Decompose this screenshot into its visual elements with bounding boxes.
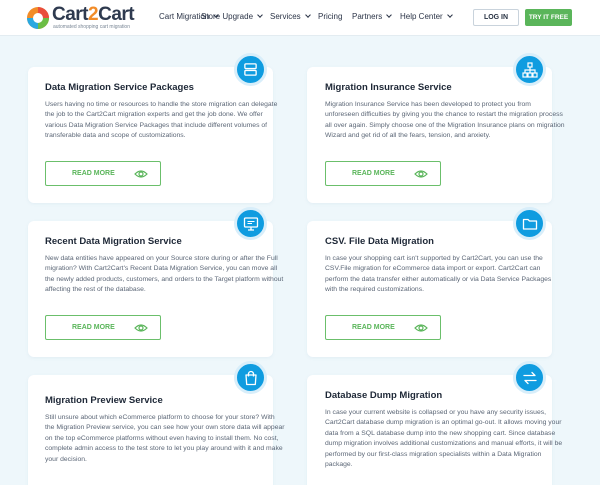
nav-label: Partners <box>352 12 383 21</box>
swap-arrows-icon <box>513 361 546 394</box>
logo-text-part3: Cart <box>98 4 135 25</box>
service-card: Recent Data Migration Service New data e… <box>28 207 283 357</box>
chevron-down-icon <box>304 12 311 18</box>
chevron-down-icon <box>446 12 453 18</box>
service-card: Migration Insurance Service Migration In… <box>307 53 565 203</box>
card-title: Migration Insurance Service <box>325 82 452 93</box>
read-more-label: READ MORE <box>72 170 115 177</box>
logo-mark-icon <box>27 7 49 29</box>
read-more-label: READ MORE <box>72 324 115 331</box>
card-title: Database Dump Migration <box>325 390 443 401</box>
logo-text: Cart2Cart <box>52 4 135 26</box>
card-title: Migration Preview Service <box>45 395 163 406</box>
logo-tagline: automated shopping cart migration <box>53 24 130 30</box>
nav-item-pricing[interactable]: Pricing <box>318 12 342 21</box>
nav-label: Pricing <box>318 12 343 21</box>
card-title: CSV. File Data Migration <box>325 236 434 247</box>
read-more-button[interactable]: READ MORE <box>45 315 161 340</box>
monitor-icon <box>234 207 267 240</box>
logo[interactable]: Cart2Cart automated shopping cart migrat… <box>26 4 136 32</box>
logo-text-part2: 2 <box>88 4 99 25</box>
nav-label: Store Upgrade <box>201 12 254 21</box>
chevron-down-icon <box>257 12 263 18</box>
service-card: Data Migration Service Packages Users ha… <box>28 53 277 203</box>
network-icon <box>513 53 546 86</box>
eye-icon <box>134 324 148 332</box>
eye-icon <box>414 170 428 178</box>
nav-item-partners[interactable]: Partners <box>352 12 393 21</box>
card-description: Still unsure about which eCommerce platf… <box>45 414 285 463</box>
card-description: Users having no time or resources to han… <box>45 101 278 140</box>
card-title: Data Migration Service Packages <box>45 82 194 93</box>
nav-item-services[interactable]: Services <box>270 12 311 21</box>
service-card: CSV. File Data Migration In case your sh… <box>307 207 552 357</box>
folder-icon <box>513 207 546 240</box>
site-header: Cart2Cart automated shopping cart migrat… <box>0 0 600 36</box>
try-it-free-button[interactable]: TRY IT FREE <box>525 9 572 26</box>
eye-icon <box>414 324 428 332</box>
card-description: In case your current website is collapse… <box>325 409 563 469</box>
read-more-button[interactable]: READ MORE <box>325 315 441 340</box>
service-card: Database Dump Migration In case your cur… <box>307 361 562 485</box>
chevron-down-icon <box>386 12 393 18</box>
login-button[interactable]: LOG IN <box>473 9 519 26</box>
card-description: New data entities have appeared on your … <box>45 255 284 294</box>
nav-label: Help Center <box>400 12 443 21</box>
read-more-button[interactable]: READ MORE <box>325 161 441 186</box>
read-more-button[interactable]: READ MORE <box>45 161 161 186</box>
nav-item-help-center[interactable]: Help Center <box>400 12 453 21</box>
read-more-label: READ MORE <box>352 324 395 331</box>
card-description: In case your shopping cart isn't support… <box>325 255 552 294</box>
nav-item-store-upgrade[interactable]: Store Upgrade <box>201 12 263 21</box>
eye-icon <box>134 170 148 178</box>
nav-label: Services <box>270 12 301 21</box>
card-title: Recent Data Migration Service <box>45 236 182 247</box>
read-more-label: READ MORE <box>352 170 395 177</box>
service-card: Migration Preview Service Still unsure a… <box>28 361 285 485</box>
card-description: Migration Insurance Service has been dev… <box>325 101 565 140</box>
shopping-bag-icon <box>234 361 267 394</box>
logo-text-part1: Cart <box>52 4 89 25</box>
server-stack-icon <box>234 53 267 86</box>
